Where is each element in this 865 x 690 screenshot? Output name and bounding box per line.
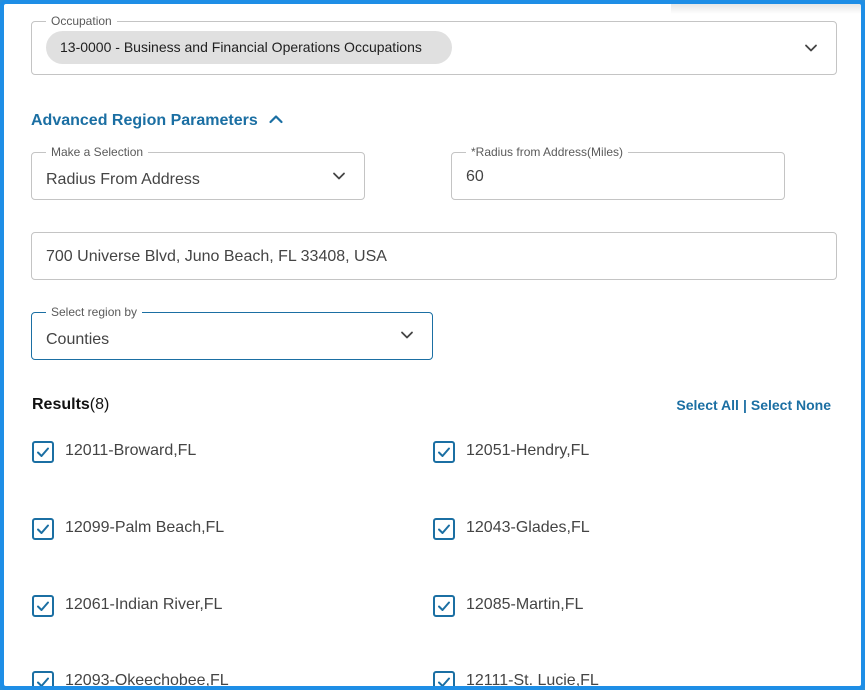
- top-shadow: [671, 4, 861, 14]
- result-label: 12085-Martin,FL: [466, 596, 584, 613]
- results-title: Results: [32, 396, 90, 413]
- radius-legend: *Radius from Address(Miles): [466, 145, 629, 159]
- link-separator: |: [742, 397, 747, 413]
- radius-value: 60: [466, 168, 484, 185]
- result-label: 12099-Palm Beach,FL: [65, 519, 225, 536]
- result-label: 12043-Glades,FL: [466, 519, 590, 536]
- selection-links: Select All | Select None: [676, 397, 831, 413]
- address-input[interactable]: 700 Universe Blvd, Juno Beach, FL 33408,…: [31, 232, 837, 280]
- chevron-up-icon: [269, 115, 283, 124]
- occupation-legend: Occupation: [46, 14, 117, 28]
- checkbox-checked-icon[interactable]: [433, 518, 455, 540]
- region-value: Counties: [46, 331, 110, 348]
- select-none-link[interactable]: Select None: [751, 397, 831, 413]
- chevron-down-icon[interactable]: [398, 326, 416, 344]
- select-all-link[interactable]: Select All: [676, 397, 739, 413]
- make-selection-value: Radius From Address: [46, 171, 200, 188]
- occupation-chip[interactable]: 13-0000 - Business and Financial Operati…: [46, 31, 452, 64]
- occupation-select[interactable]: Occupation 13-0000 - Business and Financ…: [31, 14, 837, 75]
- make-selection-legend: Make a Selection: [46, 145, 149, 159]
- results-count: (8): [89, 396, 110, 413]
- region-select[interactable]: Select region by Counties: [31, 305, 433, 360]
- results-heading: Results(8): [32, 396, 109, 414]
- advanced-region-label: Advanced Region Parameters: [31, 112, 258, 129]
- chevron-down-icon[interactable]: [802, 39, 820, 57]
- app-frame: Occupation 13-0000 - Business and Financ…: [0, 0, 865, 690]
- region-legend: Select region by: [46, 305, 143, 319]
- result-label: 12111-St. Lucie,FL: [466, 672, 599, 689]
- result-label: 12011-Broward,FL: [65, 442, 197, 459]
- checkbox-checked-icon[interactable]: [433, 671, 455, 686]
- result-label: 12051-Hendry,FL: [466, 442, 590, 459]
- checkbox-checked-icon[interactable]: [32, 671, 54, 686]
- advanced-region-toggle[interactable]: Advanced Region Parameters: [31, 112, 284, 130]
- radius-input[interactable]: *Radius from Address(Miles) 60: [451, 145, 785, 200]
- checkbox-checked-icon[interactable]: [32, 595, 54, 617]
- checkbox-checked-icon[interactable]: [32, 441, 54, 463]
- checkbox-checked-icon[interactable]: [32, 518, 54, 540]
- result-label: 12093-Okeechobee,FL: [65, 672, 229, 689]
- address-value: 700 Universe Blvd, Juno Beach, FL 33408,…: [46, 248, 387, 265]
- make-selection-select[interactable]: Make a Selection Radius From Address: [31, 145, 365, 200]
- chevron-down-icon[interactable]: [330, 167, 348, 185]
- checkbox-checked-icon[interactable]: [433, 595, 455, 617]
- result-label: 12061-Indian River,FL: [65, 596, 223, 613]
- checkbox-checked-icon[interactable]: [433, 441, 455, 463]
